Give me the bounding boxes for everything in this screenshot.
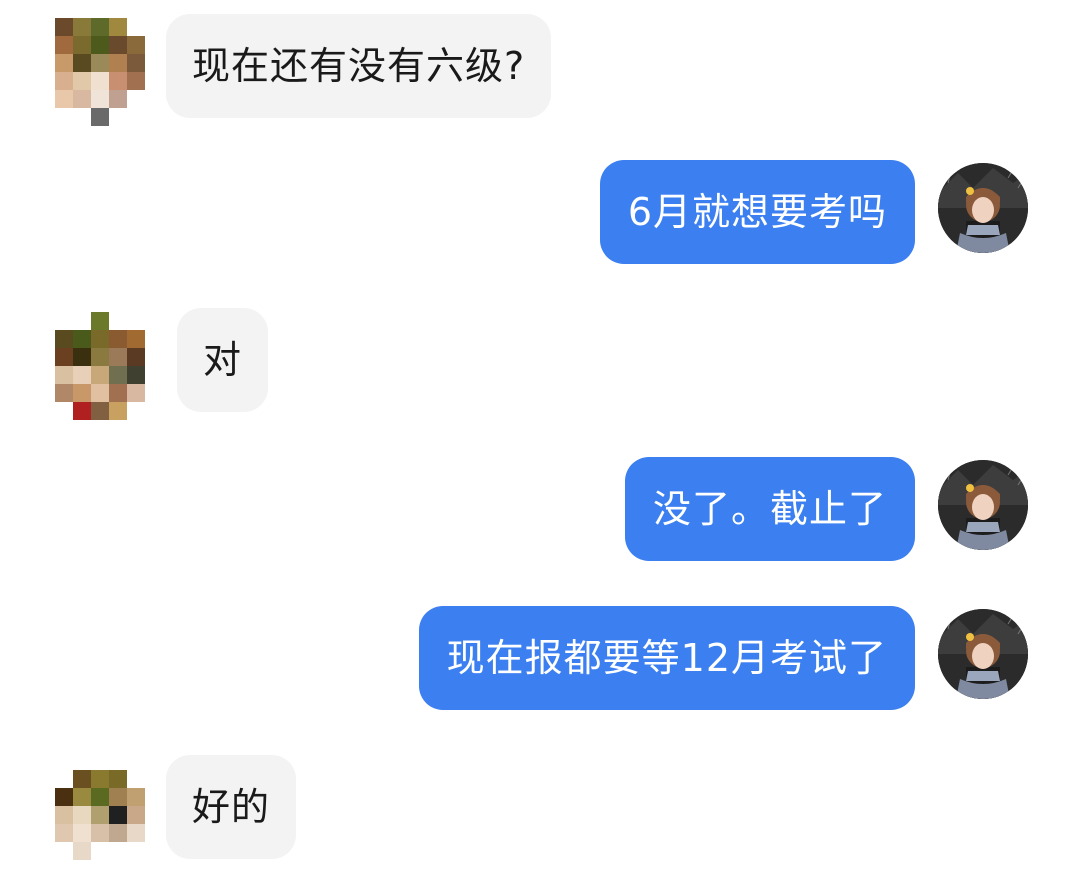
message-text: 对: [203, 338, 243, 382]
self-avatar[interactable]: [938, 163, 1028, 253]
contact-avatar[interactable]: [55, 770, 145, 878]
contact-avatar[interactable]: [55, 312, 145, 420]
message-text: 现在还有没有六级?: [192, 44, 526, 88]
message-text: 好的: [192, 785, 271, 829]
message-text: 没了。截止了: [652, 487, 887, 531]
photo-avatar-icon: [938, 460, 1028, 550]
message-bubble-incoming[interactable]: 对: [177, 308, 269, 412]
photo-avatar-icon: [938, 163, 1028, 253]
self-avatar[interactable]: [938, 609, 1028, 699]
message-text: 6月就想要考吗: [627, 190, 887, 234]
message-text: 现在报都要等12月考试了: [446, 636, 887, 680]
message-bubble-outgoing[interactable]: 现在报都要等12月考试了: [418, 606, 915, 710]
message-bubble-outgoing[interactable]: 6月就想要考吗: [599, 160, 915, 264]
chat-thread: 现在还有没有六级? 6月就想要考吗 对 没了。截止了 现在报都要等12月考试了 …: [0, 0, 1080, 878]
message-bubble-incoming[interactable]: 好的: [166, 755, 297, 859]
self-avatar[interactable]: [938, 460, 1028, 550]
message-bubble-incoming[interactable]: 现在还有没有六级?: [166, 14, 552, 118]
contact-avatar[interactable]: [55, 18, 145, 126]
message-bubble-outgoing[interactable]: 没了。截止了: [624, 457, 915, 561]
photo-avatar-icon: [938, 609, 1028, 699]
